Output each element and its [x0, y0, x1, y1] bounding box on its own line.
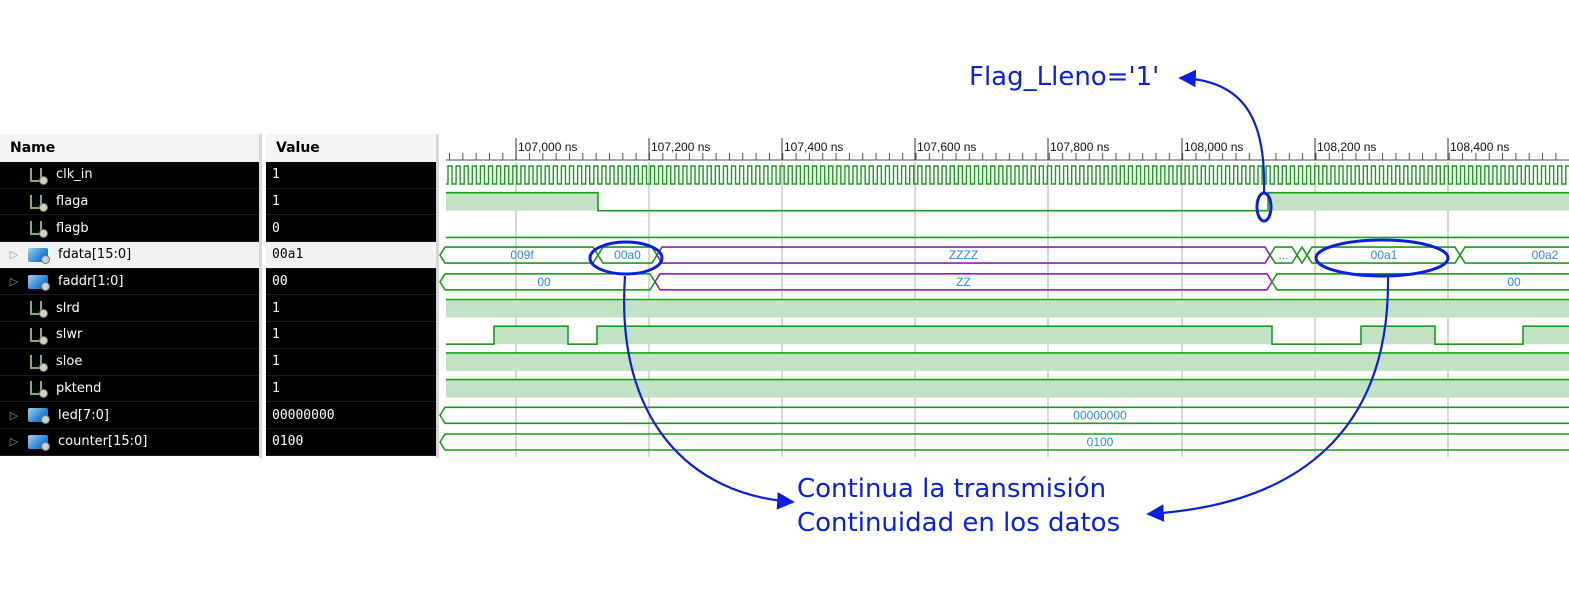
waveform-canvas[interactable]: 107,000 ns 107,200 ns 107,400 ns 107,600 ns… — [0, 0, 1569, 591]
ruler-label: 108,400 ns — [1450, 140, 1509, 154]
high-fill — [446, 299, 1569, 318]
faddr-segment — [1271, 273, 1569, 291]
ruler-label: 108,000 ns — [1184, 140, 1243, 154]
ruler-label: 107,200 ns — [651, 140, 710, 154]
counter-segment — [439, 433, 1569, 451]
clk-waveform — [446, 165, 1569, 185]
flag-annotation: Flag_Lleno='1' — [969, 62, 1160, 92]
slwr-high-fill — [597, 326, 1272, 345]
ruler-label: 107,800 ns — [1050, 140, 1109, 154]
counter-value-label: 0100 — [1087, 435, 1114, 449]
faddr-value-label: 00 — [1507, 275, 1521, 289]
flaga-high-fill — [1268, 192, 1569, 211]
slwr-high-fill — [1361, 326, 1435, 345]
time-ruler[interactable]: 107,000 ns 107,200 ns 107,400 ns 107,600 ns… — [446, 138, 1569, 161]
fdata-value-label: 00a2 — [1532, 248, 1559, 262]
led-value-label: 00000000 — [1073, 408, 1127, 422]
signal-waveforms: 009f 00a0 ZZZZ... 00a1 00a200 ZZ 0000000000010… — [439, 165, 1569, 451]
fdata-value-label: 00a0 — [614, 248, 641, 262]
waveform-viewer: Name clk_in flaga flagb ▷ fdata[15:0] ▷ … — [0, 0, 1569, 591]
fdata-value-label: ZZZZ — [949, 248, 978, 262]
faddr-value-label: ZZ — [956, 275, 971, 289]
led-segment — [439, 406, 1569, 425]
faddr-value-label: 00 — [537, 275, 551, 289]
high-fill — [446, 379, 1569, 398]
ruler-label: 107,400 ns — [784, 140, 843, 154]
annotation-line-2: Continuidad en los datos — [797, 508, 1121, 538]
slwr-high-fill — [494, 326, 568, 345]
ruler-label: 107,000 ns — [518, 140, 577, 154]
ruler-label: 107,600 ns — [917, 140, 976, 154]
fdata-segment — [1296, 245, 1308, 265]
high-fill — [446, 352, 1569, 371]
annotation-line-1: Continua la transmisión — [797, 474, 1107, 504]
ruler-label: 108,200 ns — [1317, 140, 1376, 154]
flaga-high-fill — [446, 192, 598, 211]
fdata-value-label: 009f — [510, 248, 534, 262]
fdata-value-label: 00a1 — [1371, 248, 1398, 262]
slwr-high-fill — [1523, 326, 1569, 345]
fdata-value-label: ... — [1278, 248, 1288, 262]
